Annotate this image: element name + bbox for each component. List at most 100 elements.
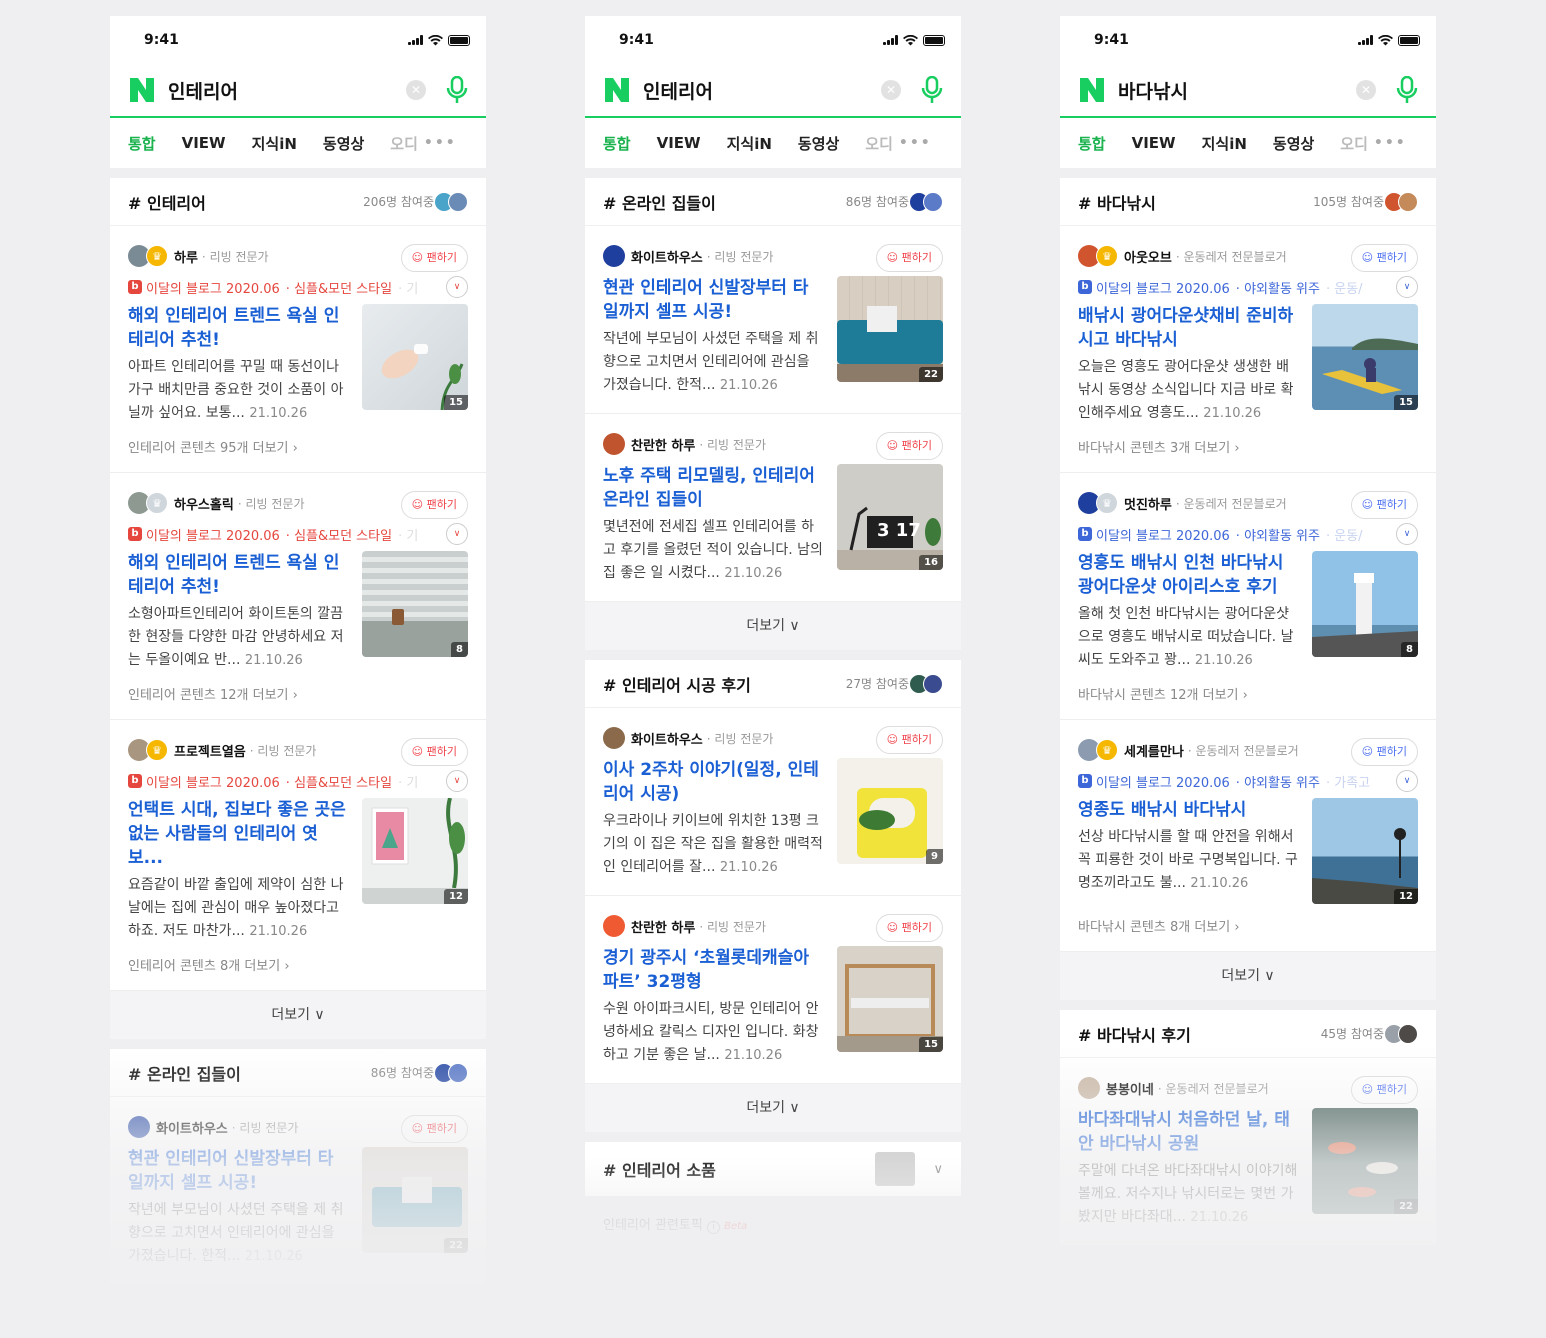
chevron-down-icon[interactable]: ∨ bbox=[933, 1162, 943, 1177]
post-title[interactable]: 이사 2주차 이야기(일정, 인테리어 시공) bbox=[603, 758, 823, 806]
clear-icon[interactable]: ✕ bbox=[406, 80, 426, 100]
post-thumbnail[interactable]: 22 bbox=[362, 1147, 468, 1253]
microphone-icon[interactable] bbox=[921, 76, 943, 104]
chevron-down-icon[interactable]: ∨ bbox=[1396, 523, 1418, 545]
section-header[interactable]: # 바다낚시 105명 참여중 bbox=[1060, 178, 1436, 226]
list-item[interactable]: 화이트하우스 · 리빙 전문가 ☺ 팬하기 이사 2주차 이야기(일정, 인테리… bbox=[585, 708, 961, 896]
search-bar[interactable]: 인테리어 ✕ bbox=[110, 64, 486, 118]
author-name[interactable]: 찬란한 하루 bbox=[631, 435, 695, 454]
post-thumbnail[interactable]: 12 bbox=[362, 798, 468, 904]
fan-button[interactable]: ☺ 팬하기 bbox=[875, 726, 943, 754]
list-item[interactable]: ♛ 아웃오브 · 운동레저 전문블로거 ☺ 팬하기 b 이달의 블로그 2020… bbox=[1060, 226, 1436, 473]
tab-view[interactable]: VIEW bbox=[1132, 134, 1176, 152]
clear-icon[interactable]: ✕ bbox=[881, 80, 901, 100]
info-icon[interactable]: i bbox=[706, 1221, 720, 1234]
fan-button[interactable]: ☺ 팬하기 bbox=[1350, 244, 1418, 272]
fan-button[interactable]: ☺ 팬하기 bbox=[1350, 491, 1418, 519]
post-title[interactable]: 영흥도 배낚시 인천 바다낚시 광어다운샷 아이리스호 후기 bbox=[1078, 551, 1298, 599]
post-title[interactable]: 바다좌대낚시 처음하던 날, 태안 바다낚시 공원 bbox=[1078, 1108, 1298, 1156]
tab-view[interactable]: VIEW bbox=[657, 134, 701, 152]
more-content-link[interactable]: 인테리어 콘텐츠 95개 더보기 › bbox=[128, 437, 468, 456]
post-thumbnail[interactable]: 15 bbox=[1312, 304, 1418, 410]
post-title[interactable]: 언택트 시대, 집보다 좋은 곳은 없는 사람들의 인테리어 엿보... bbox=[128, 798, 348, 870]
more-tabs-icon[interactable]: ••• bbox=[424, 135, 457, 151]
chevron-down-icon[interactable]: ∨ bbox=[446, 523, 468, 545]
more-button[interactable]: 더보기 ∨ bbox=[585, 1084, 961, 1132]
author-name[interactable]: 세계를만나 bbox=[1124, 741, 1184, 760]
more-content-link[interactable]: 인테리어 콘텐츠 12개 더보기 › bbox=[128, 684, 468, 703]
post-title[interactable]: 현관 인테리어 신발장부터 타일까지 셀프 시공! bbox=[603, 276, 823, 324]
microphone-icon[interactable] bbox=[446, 76, 468, 104]
search-bar[interactable]: 바다낚시 ✕ bbox=[1060, 64, 1436, 118]
chevron-down-icon[interactable]: ∨ bbox=[1396, 770, 1418, 792]
tab-kin[interactable]: 지식iN bbox=[1202, 133, 1247, 154]
search-query[interactable]: 바다낚시 bbox=[1118, 77, 1356, 104]
post-thumbnail[interactable]: 22 bbox=[1312, 1108, 1418, 1214]
more-content-link[interactable]: 바다낚시 콘텐츠 12개 더보기 › bbox=[1078, 684, 1418, 703]
chevron-down-icon[interactable]: ∨ bbox=[446, 276, 468, 298]
tab-integrated[interactable]: 통합 bbox=[603, 133, 631, 154]
chevron-down-icon[interactable]: ∨ bbox=[1396, 276, 1418, 298]
fan-button[interactable]: ☺ 팬하기 bbox=[875, 914, 943, 942]
fan-button[interactable]: ☺ 팬하기 bbox=[875, 432, 943, 460]
section-header[interactable]: # 온라인 집들이 86명 참여중 bbox=[585, 178, 961, 226]
fan-button[interactable]: ☺ 팬하기 bbox=[875, 244, 943, 272]
list-item[interactable]: 찬란한 하루 · 리빙 전문가 ☺ 팬하기 경기 광주시 ‘초월롯데캐슬아파트’… bbox=[585, 896, 961, 1084]
fan-button[interactable]: ☺ 팬하기 bbox=[400, 244, 468, 272]
fan-button[interactable]: ☺ 팬하기 bbox=[400, 491, 468, 519]
related-topic-header[interactable]: # 인테리어 소품 ∨ bbox=[585, 1142, 961, 1196]
list-item[interactable]: 봉봉이네 · 운동레저 전문블로거 ☺ 팬하기 바다좌대낚시 처음하던 날, 태… bbox=[1060, 1058, 1436, 1245]
section-header[interactable]: # 바다낚시 후기 45명 참여중 bbox=[1060, 1010, 1436, 1058]
section-header[interactable]: # 인테리어 시공 후기 27명 참여중 bbox=[585, 660, 961, 708]
tab-view[interactable]: VIEW bbox=[182, 134, 226, 152]
tab-audio[interactable]: 오디 bbox=[390, 133, 418, 154]
section-header[interactable]: # 온라인 집들이 86명 참여중 bbox=[110, 1049, 486, 1097]
more-tabs-icon[interactable]: ••• bbox=[899, 135, 932, 151]
more-button[interactable]: 더보기 ∨ bbox=[1060, 952, 1436, 1000]
more-button[interactable]: 더보기 ∨ bbox=[585, 602, 961, 650]
fan-button[interactable]: ☺ 팬하기 bbox=[1350, 1076, 1418, 1104]
tab-kin[interactable]: 지식iN bbox=[727, 133, 772, 154]
tab-video[interactable]: 동영상 bbox=[1273, 133, 1314, 154]
fan-button[interactable]: ☺ 팬하기 bbox=[400, 1115, 468, 1143]
tab-video[interactable]: 동영상 bbox=[798, 133, 839, 154]
more-button[interactable]: 더보기 ∨ bbox=[110, 991, 486, 1039]
tab-kin[interactable]: 지식iN bbox=[252, 133, 297, 154]
author-name[interactable]: 찬란한 하루 bbox=[631, 917, 695, 936]
post-thumbnail[interactable]: 22 bbox=[837, 276, 943, 382]
author-name[interactable]: 하루 bbox=[174, 247, 198, 266]
list-item[interactable]: ♛ 멋진하루 · 운동레저 전문블로거 ☺ 팬하기 b 이달의 블로그 2020… bbox=[1060, 473, 1436, 720]
section-header[interactable]: # 인테리어 206명 참여중 bbox=[110, 178, 486, 226]
author-name[interactable]: 화이트하우스 bbox=[631, 729, 703, 748]
microphone-icon[interactable] bbox=[1396, 76, 1418, 104]
post-title[interactable]: 영종도 배낚시 바다낚시 bbox=[1078, 798, 1298, 822]
author-name[interactable]: 화이트하우스 bbox=[156, 1118, 228, 1137]
post-title[interactable]: 경기 광주시 ‘초월롯데캐슬아파트’ 32평형 bbox=[603, 946, 823, 994]
post-thumbnail[interactable]: 12 bbox=[1312, 798, 1418, 904]
more-content-link[interactable]: 바다낚시 콘텐츠 3개 더보기 › bbox=[1078, 437, 1418, 456]
list-item[interactable]: ♛ 하우스홀릭 · 리빙 전문가 ☺ 팬하기 b 이달의 블로그 2020.06… bbox=[110, 473, 486, 720]
post-title[interactable]: 노후 주택 리모델링, 인테리어 온라인 집들이 bbox=[603, 464, 823, 512]
author-name[interactable]: 봉봉이네 bbox=[1106, 1079, 1154, 1098]
list-item[interactable]: ♛ 세계를만나 · 운동레저 전문블로거 ☺ 팬하기 b 이달의 블로그 202… bbox=[1060, 720, 1436, 952]
tab-audio[interactable]: 오디 bbox=[1340, 133, 1368, 154]
tab-audio[interactable]: 오디 bbox=[865, 133, 893, 154]
post-thumbnail[interactable]: 9 bbox=[837, 758, 943, 864]
list-item[interactable]: 화이트하우스 · 리빙 전문가 ☺ 팬하기 현관 인테리어 신발장부터 타일까지… bbox=[110, 1097, 486, 1284]
more-content-link[interactable]: 바다낚시 콘텐츠 8개 더보기 › bbox=[1078, 916, 1418, 935]
search-bar[interactable]: 인테리어 ✕ bbox=[585, 64, 961, 118]
author-name[interactable]: 하우스홀릭 bbox=[174, 494, 234, 513]
post-thumbnail[interactable]: 15 bbox=[362, 304, 468, 410]
search-query[interactable]: 인테리어 bbox=[168, 77, 406, 104]
more-content-link[interactable]: 인테리어 콘텐츠 8개 더보기 › bbox=[128, 955, 468, 974]
post-thumbnail[interactable]: 8 bbox=[1312, 551, 1418, 657]
post-thumbnail[interactable]: 8 bbox=[362, 551, 468, 657]
clear-icon[interactable]: ✕ bbox=[1356, 80, 1376, 100]
author-name[interactable]: 프로젝트열음 bbox=[174, 741, 246, 760]
tab-integrated[interactable]: 통합 bbox=[128, 133, 156, 154]
author-name[interactable]: 멋진하루 bbox=[1124, 494, 1172, 513]
post-title[interactable]: 해외 인테리어 트렌드 욕실 인테리어 추천! bbox=[128, 551, 348, 599]
fan-button[interactable]: ☺ 팬하기 bbox=[400, 738, 468, 766]
author-name[interactable]: 아웃오브 bbox=[1124, 247, 1172, 266]
more-tabs-icon[interactable]: ••• bbox=[1374, 135, 1407, 151]
